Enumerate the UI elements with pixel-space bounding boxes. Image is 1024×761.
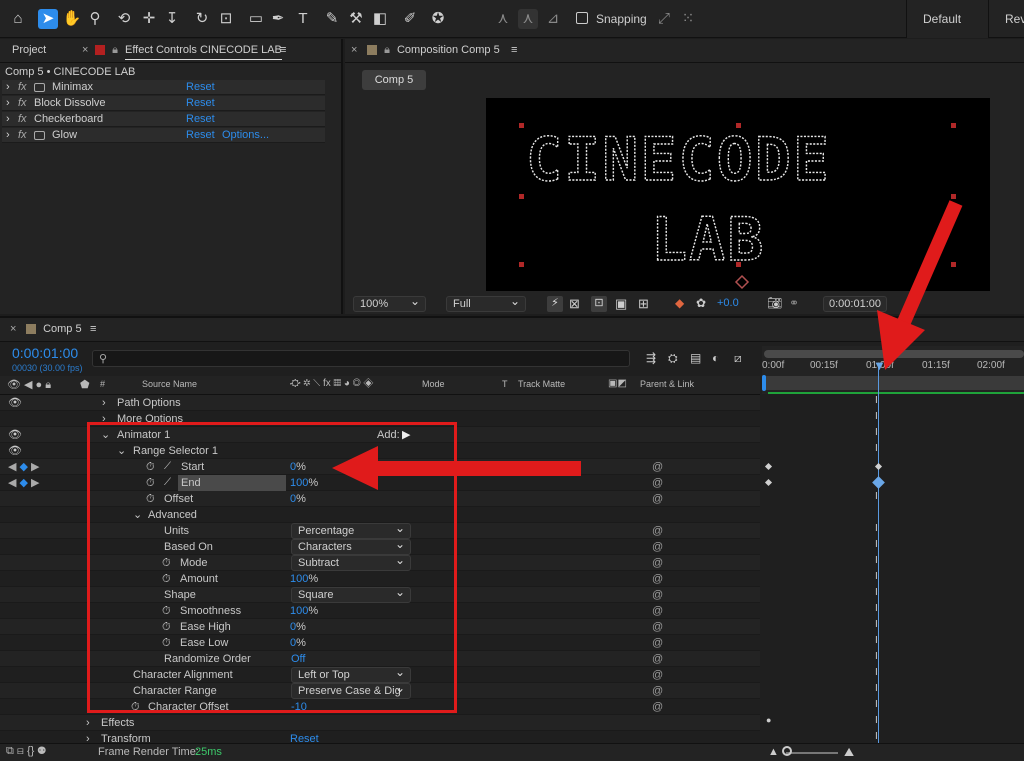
annotation-arrow-down	[877, 200, 963, 370]
annotation-arrow-left	[332, 446, 581, 490]
annotation-arrows	[332, 200, 963, 490]
